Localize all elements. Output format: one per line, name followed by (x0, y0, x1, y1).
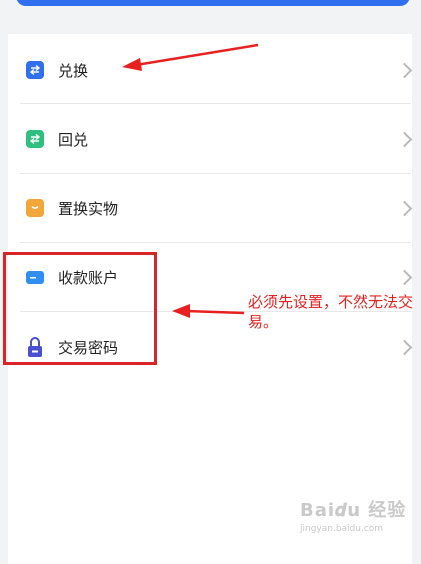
menu-item-reverse-exchange[interactable]: 回兑 (10, 105, 413, 173)
menu-item-redeem-goods[interactable]: 置换实物 (10, 174, 413, 242)
divider (20, 103, 411, 104)
top-action-bar[interactable] (16, 0, 410, 6)
annotation-text: 必须先设置，不然无法交易。 (248, 293, 414, 331)
menu-item-label: 兑换 (58, 61, 89, 80)
watermark-logo: Bai𝒅u 经验 (300, 500, 407, 521)
menu-item-label: 回兑 (58, 130, 89, 149)
gift-bag-icon (26, 199, 44, 217)
chevron-right-icon (396, 62, 413, 78)
reverse-exchange-icon (26, 130, 44, 148)
chevron-right-icon (396, 200, 413, 216)
watermark: Bai𝒅u 经验 jingyan.baidu.com (300, 496, 410, 534)
menu-item-exchange[interactable]: 兑换 (10, 36, 413, 104)
chevron-right-icon (396, 339, 413, 355)
highlight-box (3, 252, 157, 365)
watermark-url: jingyan.baidu.com (300, 524, 384, 534)
chevron-right-icon (396, 269, 413, 285)
chevron-right-icon (396, 131, 413, 147)
menu-item-label: 置换实物 (58, 199, 119, 218)
exchange-icon (26, 61, 44, 79)
